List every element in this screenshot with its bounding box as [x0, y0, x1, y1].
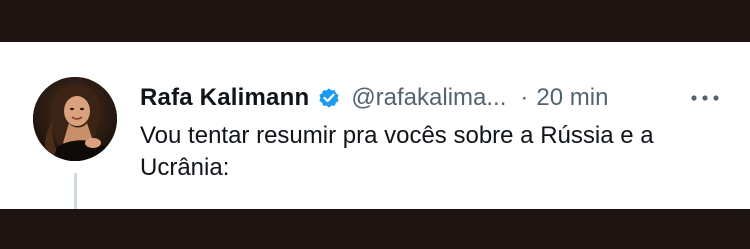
thread-connector-line [74, 173, 77, 209]
tweet-header: Rafa Kalimann @rafakalima... · 20 min [140, 80, 730, 116]
tweet-text-line-2: Ucrânia: [140, 154, 230, 181]
tweet-card[interactable]: Rafa Kalimann @rafakalima... · 20 min Vo… [0, 42, 750, 209]
tweet-text: Vou tentar resumir pra vocês sobre a Rús… [140, 120, 730, 184]
timestamp[interactable]: 20 min [536, 84, 608, 112]
bottom-frame-bar [0, 209, 750, 249]
top-frame-bar [0, 0, 750, 42]
more-options-icon [691, 95, 719, 101]
avatar-photo-icon [33, 77, 117, 161]
separator-dot: · [520, 84, 529, 111]
tweet-text-line-1: Vou tentar resumir pra vocês sobre a Rús… [140, 122, 654, 149]
display-name[interactable]: Rafa Kalimann [140, 84, 309, 112]
avatar[interactable] [33, 77, 117, 161]
more-options-button[interactable] [685, 80, 725, 116]
user-handle[interactable]: @rafakalima... [351, 84, 506, 112]
verified-badge-icon [317, 86, 341, 110]
